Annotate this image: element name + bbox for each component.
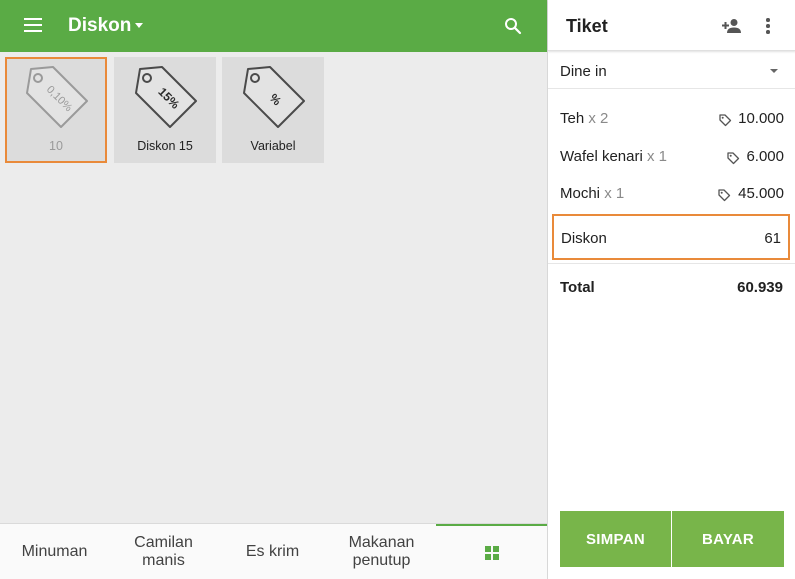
tab-camilan-manis[interactable]: Camilan manis bbox=[109, 524, 218, 579]
tab-minuman[interactable]: Minuman bbox=[0, 524, 109, 579]
discount-tile-label: 10 bbox=[49, 139, 63, 153]
item-name: Mochi bbox=[560, 185, 601, 202]
search-icon[interactable] bbox=[504, 17, 522, 35]
ticket-item[interactable]: Wafel kenari x 1 6.000 bbox=[548, 144, 795, 168]
add-customer-icon[interactable] bbox=[722, 18, 742, 34]
tag-icon bbox=[727, 152, 740, 165]
item-qty: x 1 bbox=[604, 185, 625, 202]
item-name: Wafel kenari bbox=[560, 148, 643, 165]
category-tabs: Minuman Camilan manis Es krim Makanan penu… bbox=[0, 523, 547, 579]
item-name: Teh bbox=[560, 110, 585, 127]
discount-tile-10[interactable]: 0,10% 10 bbox=[5, 57, 107, 163]
tab-es-krim[interactable]: Es krim bbox=[218, 524, 327, 579]
tab-label-line1: Makanan bbox=[348, 534, 415, 552]
item-amount: 10.000 bbox=[738, 110, 784, 127]
tab-label-line2: penutup bbox=[352, 552, 411, 569]
item-qty: x 2 bbox=[588, 110, 609, 127]
item-qty: x 1 bbox=[646, 148, 667, 165]
ticket-pane: Tiket Dine in Teh x 2 10.000 Wafel kenar… bbox=[547, 0, 795, 579]
chevron-down-icon[interactable] bbox=[135, 23, 143, 28]
discount-tag-icon: 0,10% bbox=[26, 66, 88, 128]
tab-all-items[interactable] bbox=[436, 524, 547, 579]
tab-makanan-penutup[interactable]: Makanan penutup bbox=[327, 524, 436, 579]
tab-label-line2: manis bbox=[142, 552, 185, 569]
chevron-down-icon bbox=[770, 69, 778, 73]
pay-button[interactable]: BAYAR bbox=[672, 511, 784, 567]
tab-label: Minuman bbox=[21, 543, 88, 561]
more-vert-icon[interactable] bbox=[766, 18, 770, 34]
ticket-header: Tiket bbox=[548, 0, 795, 51]
discount-tile-label: Diskon 15 bbox=[137, 139, 193, 153]
divider bbox=[548, 263, 795, 264]
grid-icon bbox=[484, 546, 499, 560]
discount-tile-variabel[interactable]: % Variabel bbox=[222, 57, 324, 163]
category-dropdown[interactable]: Diskon bbox=[68, 15, 131, 37]
save-button[interactable]: SIMPAN bbox=[560, 511, 671, 567]
ticket-title: Tiket bbox=[566, 16, 608, 36]
items-pane: Diskon 0,10% 10 15% Diskon 15 % Variabel… bbox=[0, 0, 547, 579]
dining-option-select[interactable]: Dine in bbox=[548, 52, 795, 89]
discount-label: Diskon bbox=[561, 230, 607, 247]
total-label: Total bbox=[560, 279, 595, 296]
discount-amount: 61 bbox=[764, 230, 781, 247]
discount-tag-icon: 15% bbox=[135, 66, 197, 128]
menu-icon[interactable] bbox=[24, 18, 42, 34]
tag-icon bbox=[719, 114, 732, 127]
dining-option-value: Dine in bbox=[560, 63, 607, 80]
discount-tile-label: Variabel bbox=[250, 139, 296, 153]
discount-tile-diskon-15[interactable]: 15% Diskon 15 bbox=[114, 57, 216, 163]
ticket-item[interactable]: Mochi x 1 45.000 bbox=[548, 181, 795, 205]
tab-label: Es krim bbox=[245, 543, 300, 561]
item-amount: 45.000 bbox=[738, 185, 784, 202]
item-amount: 6.000 bbox=[746, 148, 784, 165]
tab-label-line1: Camilan bbox=[134, 534, 193, 552]
ticket-item[interactable]: Teh x 2 10.000 bbox=[548, 106, 795, 130]
tag-icon bbox=[718, 189, 731, 202]
total-value: 60.939 bbox=[737, 279, 783, 296]
ticket-discount-row[interactable]: Diskon 61 bbox=[552, 214, 790, 260]
discount-tag-icon: % bbox=[243, 66, 305, 128]
top-app-bar: Diskon bbox=[0, 0, 547, 52]
